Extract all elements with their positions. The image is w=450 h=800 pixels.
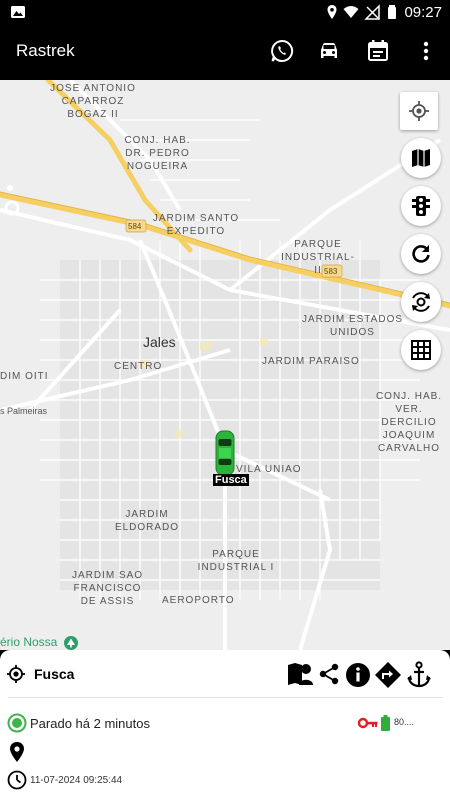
app-title: Rastrek: [16, 41, 75, 60]
map-label-parque-industrial-i: PARQUE INDUSTRIAL I: [197, 549, 275, 573]
status-indicator-icon: [7, 713, 27, 733]
car-icon[interactable]: [316, 38, 342, 64]
grid-button[interactable]: [401, 330, 441, 370]
map-label-aeroporto: AEROPORTO: [162, 595, 235, 606]
grid-icon: [411, 340, 431, 360]
poi-tree-icon: [64, 636, 78, 650]
map-label-palmeiras: s Palmeiras: [0, 406, 48, 416]
map-label-jardim-sao-francisco: JARDIM SAO FRANCISCO DE ASSIS: [71, 570, 144, 607]
traffic-light-icon: [412, 196, 430, 216]
map-label-jose-antonio: JOSE ANTONIO CAPARROZ BOGAZ II: [50, 83, 136, 120]
map-label-parque-industrial-ii: PARQUE INDUSTRIAL-II: [281, 239, 355, 276]
last-update-datetime: 11-07-2024 09:25:44: [30, 775, 123, 786]
map-type-button[interactable]: [401, 138, 441, 178]
battery-level: 80....: [394, 717, 415, 727]
info-icon[interactable]: [345, 662, 371, 688]
map-label-jardim-santo: JARDIM SANTO EXPEDITO: [152, 213, 240, 237]
anchor-icon[interactable]: [406, 661, 432, 689]
location-pin-icon: [10, 742, 24, 762]
battery-icon: [388, 5, 396, 19]
panel-divider: [8, 697, 442, 698]
crosshair-icon: [409, 101, 429, 121]
refresh-button[interactable]: [401, 234, 441, 274]
map-icon: [412, 149, 430, 167]
status-time: 09:27: [404, 4, 442, 21]
map-label-conj-hab-vereador: CONJ. HAB. VER. DERCILIO JOAQUIM CARVALH…: [375, 391, 443, 454]
map-person-icon[interactable]: [286, 661, 314, 687]
map-label-jardim-estados: JARDIM ESTADOS UNIDOS: [301, 314, 404, 338]
vehicle-marker-car-icon[interactable]: [214, 430, 236, 476]
vehicle-marker-label: Fusca: [213, 474, 249, 486]
camera-rotate-icon: [412, 292, 430, 312]
map-label-centro: CENTRO: [114, 361, 163, 372]
ignition-key-icon: [358, 717, 378, 729]
map-label-jardim-eldorado: JARDIM ELDORADO: [114, 509, 180, 533]
my-location-button[interactable]: [400, 92, 438, 130]
whatsapp-icon[interactable]: [269, 38, 295, 64]
more-vert-icon[interactable]: [413, 38, 439, 64]
image-notification-icon: [11, 6, 25, 18]
calendar-icon[interactable]: [365, 38, 391, 64]
map-view[interactable]: 584 583 JOSE ANTONIO CAPARROZ BOGAZ II C…: [0, 80, 450, 650]
map-label-jardim-oiti: DIM OITI: [0, 371, 49, 382]
map-label-conj-hab-pedro: CONJ. HAB. DR. PEDRO NOGUEIRA: [124, 135, 191, 172]
status-bar: 09:27: [0, 0, 450, 24]
directions-icon[interactable]: [374, 661, 402, 689]
wifi-icon: [343, 6, 359, 18]
app-bar: Rastrek: [0, 24, 450, 80]
map-label-poi-nossa: ério Nossa: [0, 635, 58, 649]
auto-refresh-button[interactable]: [401, 282, 441, 322]
status-text: Parado há 2 minutos: [30, 716, 150, 731]
vehicle-info-panel: Fusca Parado há 2 minutos 80.... 11-07-2…: [0, 650, 450, 800]
map-label-jales: Jales: [143, 334, 176, 350]
traffic-button[interactable]: [401, 186, 441, 226]
map-label-jardim-paraiso: JARDIM PARAISO: [262, 356, 360, 367]
share-icon[interactable]: [318, 663, 340, 685]
no-signal-icon: [364, 4, 380, 20]
location-status-icon: [327, 5, 337, 19]
refresh-icon: [412, 245, 430, 263]
road-badge-584: 584: [128, 222, 142, 231]
gps-target-icon: [7, 665, 25, 683]
clock-icon: [7, 770, 27, 790]
vehicle-name: Fusca: [34, 666, 75, 682]
vehicle-battery-icon: [381, 715, 390, 731]
